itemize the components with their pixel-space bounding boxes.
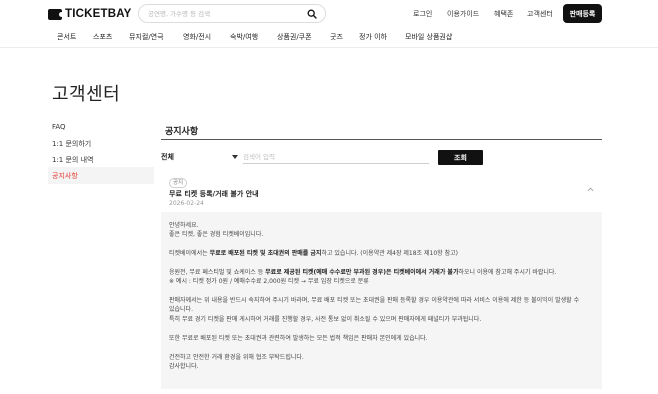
category-below-price[interactable]: 정가 이하 xyxy=(359,32,387,42)
category-nav: 콘서트 스포츠 뮤지컬/연극 영화/전시 숙박/여행 상품권/쿠폰 굿즈 정가 … xyxy=(0,26,658,48)
chevron-up-icon[interactable] xyxy=(587,186,594,193)
notice-item-header[interactable]: 공지 무료 티켓 등록/거래 불가 안내 2026-02-24 xyxy=(161,172,602,212)
category-mobile-voucher[interactable]: 모바일 상품권샵 xyxy=(405,32,452,42)
section-divider xyxy=(161,139,602,140)
notice-search-input[interactable] xyxy=(243,151,429,164)
ticket-logo-icon xyxy=(48,8,64,20)
notice-example: ※ 예시 : 티켓 정가 0원 / 예매수수료 2,000원 티켓 → 무료 입… xyxy=(169,278,369,285)
notice-paragraph-4: 또한 무료로 배포된 티켓 또는 초대권과 관련하여 발생하는 모든 법적 책임… xyxy=(169,335,428,342)
search-bar[interactable] xyxy=(138,4,326,23)
notice-paragraph-3-line-2: 있습니다. xyxy=(169,306,193,313)
section-title: 공지사항 xyxy=(165,127,199,137)
notice-paragraph-3-line-3: 특히 무료 경기 티켓을 판매 게시하여 거래를 진행할 경우, 사전 통보 없… xyxy=(169,316,482,323)
search-icon[interactable] xyxy=(307,9,317,19)
notice-closing-2: 감사합니다. xyxy=(169,363,199,370)
customer-center-link[interactable]: 고객센터 xyxy=(527,6,553,22)
category-sports[interactable]: 스포츠 xyxy=(93,32,112,42)
login-link[interactable]: 로그인 xyxy=(413,6,432,22)
notice-date: 2026-02-24 xyxy=(169,200,204,207)
benefit-zone-link[interactable]: 혜택존 xyxy=(494,6,513,22)
category-filter-select[interactable]: 전체 xyxy=(161,152,238,165)
sidebar-item-faq[interactable]: FAQ xyxy=(52,123,66,131)
category-travel[interactable]: 숙박/여행 xyxy=(230,32,258,42)
category-concert[interactable]: 콘서트 xyxy=(57,32,76,42)
notice-paragraph-1: 티켓베이에서는 무료로 배포된 티켓 및 초대권의 판매를 금지하고 있습니다.… xyxy=(169,250,458,257)
category-musical[interactable]: 뮤지컬/연극 xyxy=(129,32,164,42)
sidebar-item-notice[interactable]: 공지사항 xyxy=(52,171,78,181)
category-goods[interactable]: 굿즈 xyxy=(330,32,343,42)
category-voucher[interactable]: 상품권/쿠폰 xyxy=(277,32,312,42)
page-title: 고객센터 xyxy=(52,84,121,105)
top-header: TICKETBAY 로그인 이용가이드 혜택존 고객센터 판매등록 xyxy=(0,0,658,26)
register-sale-button[interactable]: 판매등록 xyxy=(563,4,602,23)
guide-link[interactable]: 이용가이드 xyxy=(447,6,479,22)
notice-greeting-2: 좋은 티켓, 좋은 경험 티켓베이입니다. xyxy=(169,231,264,238)
caret-down-icon xyxy=(232,155,238,159)
lookup-button[interactable]: 조회 xyxy=(438,150,483,165)
search-input[interactable] xyxy=(148,7,308,21)
notice-closing-1: 건전하고 안전한 거래 환경을 위해 협조 부탁드립니다. xyxy=(169,354,304,361)
category-movie[interactable]: 영화/전시 xyxy=(183,32,211,42)
notice-greeting-1: 안녕하세요. xyxy=(169,222,199,229)
notice-paragraph-3-line-1: 판매자께서는 위 내용을 반드시 숙지하여 주시기 바라며, 무료 배포 티켓 … xyxy=(169,297,580,304)
notice-paragraph-2: 응원전, 무료 페스티벌 및 쇼케이스 등 무료로 제공된 티켓(예매 수수료만… xyxy=(169,269,557,276)
sidebar-item-inquiry-history[interactable]: 1:1 문의 내역 xyxy=(52,155,93,165)
ticketbay-logo[interactable]: TICKETBAY xyxy=(48,7,132,21)
filter-select-value: 전체 xyxy=(161,153,174,161)
logo-text: TICKETBAY xyxy=(65,8,132,20)
notice-body: 안녕하세요. 좋은 티켓, 좋은 경험 티켓베이입니다. 티켓베이에서는 무료로… xyxy=(161,212,602,389)
sidebar-item-inquiry[interactable]: 1:1 문의하기 xyxy=(52,139,91,149)
notice-title: 무료 티켓 등록/거래 불가 안내 xyxy=(169,190,259,198)
notice-badge: 공지 xyxy=(169,178,188,188)
